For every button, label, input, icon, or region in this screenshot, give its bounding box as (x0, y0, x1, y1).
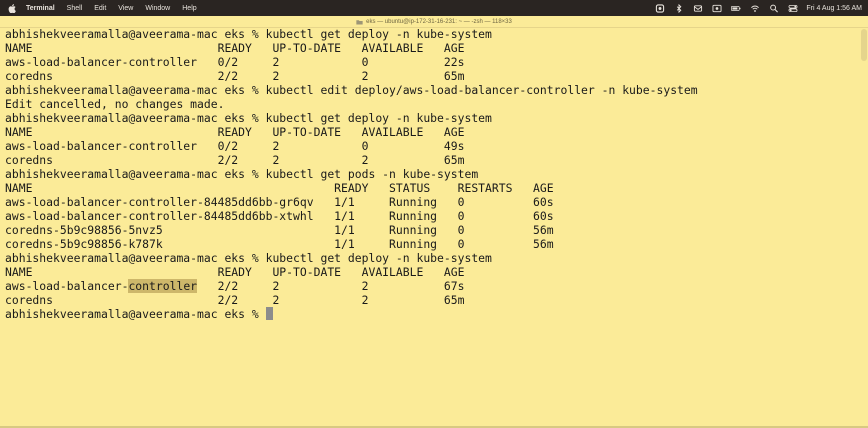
menu-help[interactable]: Help (182, 5, 196, 12)
window-title: eks — ubuntu@ip-172-31-16-231: ~ — -zsh … (0, 16, 868, 27)
terminal-line: aws-load-balancer-controller 0/2 2 0 49s (5, 139, 465, 153)
terminal-line: abhishekveeramalla@aveerama-mac eks % ku… (5, 111, 492, 125)
folder-icon (356, 19, 363, 24)
terminal-window: eks — ubuntu@ip-172-31-16-231: ~ — -zsh … (0, 16, 868, 428)
terminal-line: NAME READY UP-TO-DATE AVAILABLE AGE (5, 41, 465, 55)
terminal-line: aws-load-balancer-controller 0/2 2 0 22s (5, 55, 465, 69)
menu-window[interactable]: Window (145, 5, 170, 12)
line-text-before: aws-load-balancer- (5, 279, 129, 293)
terminal-line: abhishekveeramalla@aveerama-mac eks % ku… (5, 167, 479, 181)
control-center-icon[interactable] (788, 4, 798, 13)
terminal-line: coredns 2/2 2 2 65m (5, 69, 465, 83)
terminal-line: coredns-5b9c98856-5nvz5 1/1 Running 0 56… (5, 223, 554, 237)
bluetooth-icon[interactable] (674, 3, 684, 13)
terminal-line: aws-load-balancer-controller-84485dd6bb-… (5, 209, 554, 223)
menu-terminal[interactable]: Terminal (26, 5, 55, 12)
screen-record-icon[interactable] (712, 4, 722, 13)
terminal-prompt-line[interactable]: abhishekveeramalla@aveerama-mac eks % (5, 307, 855, 321)
dropbox-icon[interactable] (693, 4, 703, 13)
line-text-after: 2/2 2 2 67s (197, 279, 465, 293)
menu-shell[interactable]: Shell (67, 5, 83, 12)
menu-edit[interactable]: Edit (94, 5, 106, 12)
terminal-line: aws-load-balancer-controller-84485dd6bb-… (5, 195, 554, 209)
text-cursor (265, 307, 273, 320)
status-app-icon[interactable] (655, 3, 665, 13)
terminal-line: coredns 2/2 2 2 65m (5, 293, 465, 307)
terminal-line: NAME READY UP-TO-DATE AVAILABLE AGE (5, 265, 465, 279)
terminal-line: abhishekveeramalla@aveerama-mac eks % ku… (5, 83, 698, 97)
text-selection-highlight[interactable]: controller (128, 279, 198, 293)
terminal-line: coredns 2/2 2 2 65m (5, 153, 465, 167)
terminal-line: Edit cancelled, no changes made. (5, 97, 225, 111)
menu-view[interactable]: View (118, 5, 133, 12)
terminal-line: abhishekveeramalla@aveerama-mac eks % ku… (5, 27, 492, 41)
terminal-line-selected: aws-load-balancer-controller 2/2 2 2 67s (5, 279, 855, 293)
shell-prompt: abhishekveeramalla@aveerama-mac eks % (5, 307, 266, 321)
terminal-output[interactable]: abhishekveeramalla@aveerama-mac eks % ku… (5, 27, 855, 321)
menu-bar: Terminal Shell Edit View Window Help Fri… (0, 0, 868, 16)
wifi-icon[interactable] (750, 4, 760, 13)
terminal-line: NAME READY UP-TO-DATE AVAILABLE AGE (5, 125, 465, 139)
menu-clock[interactable]: Fri 4 Aug 1:56 AM (806, 5, 862, 12)
window-title-text: eks — ubuntu@ip-172-31-16-231: ~ — -zsh … (366, 18, 512, 25)
battery-icon[interactable] (731, 4, 741, 13)
terminal-line: abhishekveeramalla@aveerama-mac eks % ku… (5, 251, 492, 265)
terminal-scrollbar[interactable] (861, 29, 867, 61)
apple-logo-icon[interactable] (7, 3, 17, 14)
terminal-line: coredns-5b9c98856-k787k 1/1 Running 0 56… (5, 237, 554, 251)
spotlight-search-icon[interactable] (769, 4, 779, 13)
terminal-line: NAME READY STATUS RESTARTS AGE (5, 181, 554, 195)
